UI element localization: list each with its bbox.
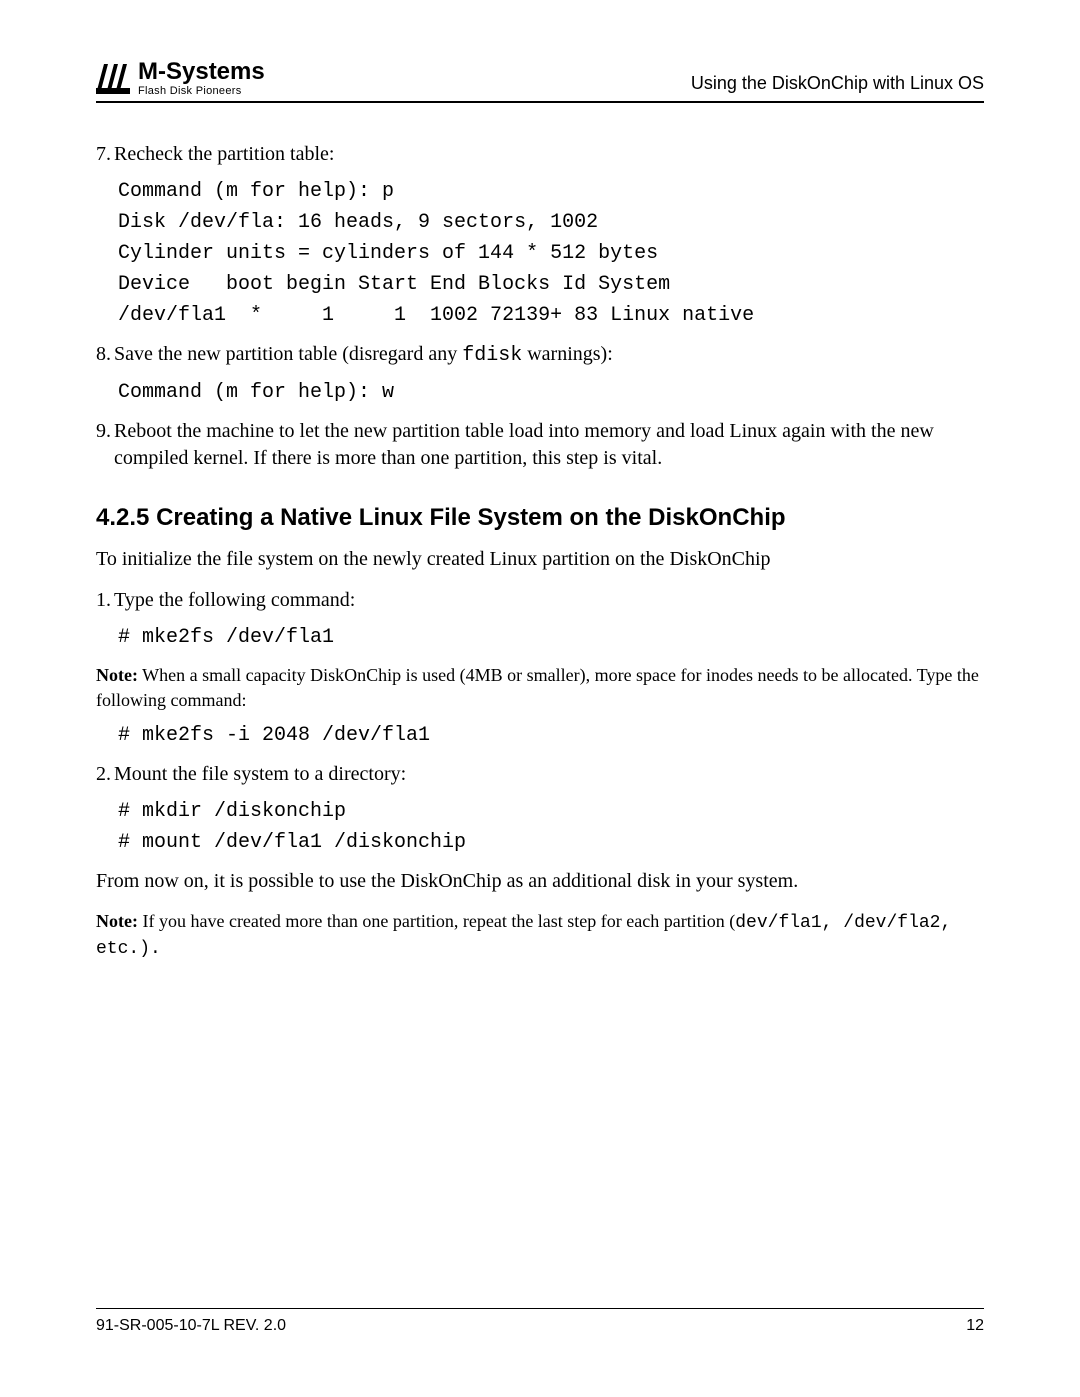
step-text-before: Save the new partition table (disregard … — [114, 343, 462, 365]
logo: M-Systems Flash Disk Pioneers — [96, 60, 265, 97]
code-block: # mkdir /diskonchip # mount /dev/fla1 /d… — [118, 796, 984, 858]
logo-tagline: Flash Disk Pioneers — [138, 86, 265, 97]
step-8: 8.Save the new partition table (disregar… — [96, 341, 984, 369]
code-block: Command (m for help): p Disk /dev/fla: 1… — [118, 176, 984, 331]
footer-page-number: 12 — [966, 1315, 984, 1337]
footer-doc-id: 91-SR-005-10-7L REV. 2.0 — [96, 1315, 286, 1337]
note: Note: If you have created more than one … — [96, 909, 984, 962]
step-number: 9. — [96, 418, 114, 445]
note-label: Note: — [96, 911, 138, 931]
page: M-Systems Flash Disk Pioneers Using the … — [0, 0, 1080, 1397]
note: Note: When a small capacity DiskOnChip i… — [96, 663, 984, 712]
inline-code: fdisk — [462, 344, 522, 367]
step-7: 7.Recheck the partition table: — [96, 141, 984, 168]
step-number: 7. — [96, 141, 114, 168]
note-text: When a small capacity DiskOnChip is used… — [96, 665, 979, 709]
section-step-2: 2.Mount the file system to a directory: — [96, 761, 984, 788]
section-heading: 4.2.5 Creating a Native Linux File Syste… — [96, 502, 984, 534]
step-text: Mount the file system to a directory: — [114, 763, 406, 785]
section-title: Creating a Native Linux File System on t… — [156, 504, 785, 531]
step-text-after: warnings): — [522, 343, 613, 365]
step-text: Recheck the partition table: — [114, 143, 334, 165]
note-text-before: If you have created more than one partit… — [138, 911, 735, 931]
code-block: # mke2fs -i 2048 /dev/fla1 — [118, 720, 984, 751]
note-label: Note: — [96, 665, 138, 685]
closing-text: From now on, it is possible to use the D… — [96, 868, 984, 895]
logo-main: M-Systems — [138, 60, 265, 84]
step-number: 8. — [96, 341, 114, 368]
code-block: Command (m for help): w — [118, 377, 984, 408]
doc-title: Using the DiskOnChip with Linux OS — [691, 71, 984, 97]
step-number: 1. — [96, 587, 114, 614]
section-intro: To initialize the file system on the new… — [96, 546, 984, 573]
step-number: 2. — [96, 761, 114, 788]
step-9: 9.Reboot the machine to let the new part… — [96, 418, 984, 472]
step-text: Reboot the machine to let the new partit… — [114, 418, 954, 472]
page-footer: 91-SR-005-10-7L REV. 2.0 12 — [96, 1308, 984, 1337]
section-number: 4.2.5 — [96, 504, 149, 531]
page-header: M-Systems Flash Disk Pioneers Using the … — [96, 60, 984, 103]
logo-icon — [96, 64, 130, 94]
logo-text: M-Systems Flash Disk Pioneers — [138, 60, 265, 97]
step-text: Type the following command: — [114, 589, 355, 611]
section-step-1: 1.Type the following command: — [96, 587, 984, 614]
code-block: # mke2fs /dev/fla1 — [118, 622, 984, 653]
